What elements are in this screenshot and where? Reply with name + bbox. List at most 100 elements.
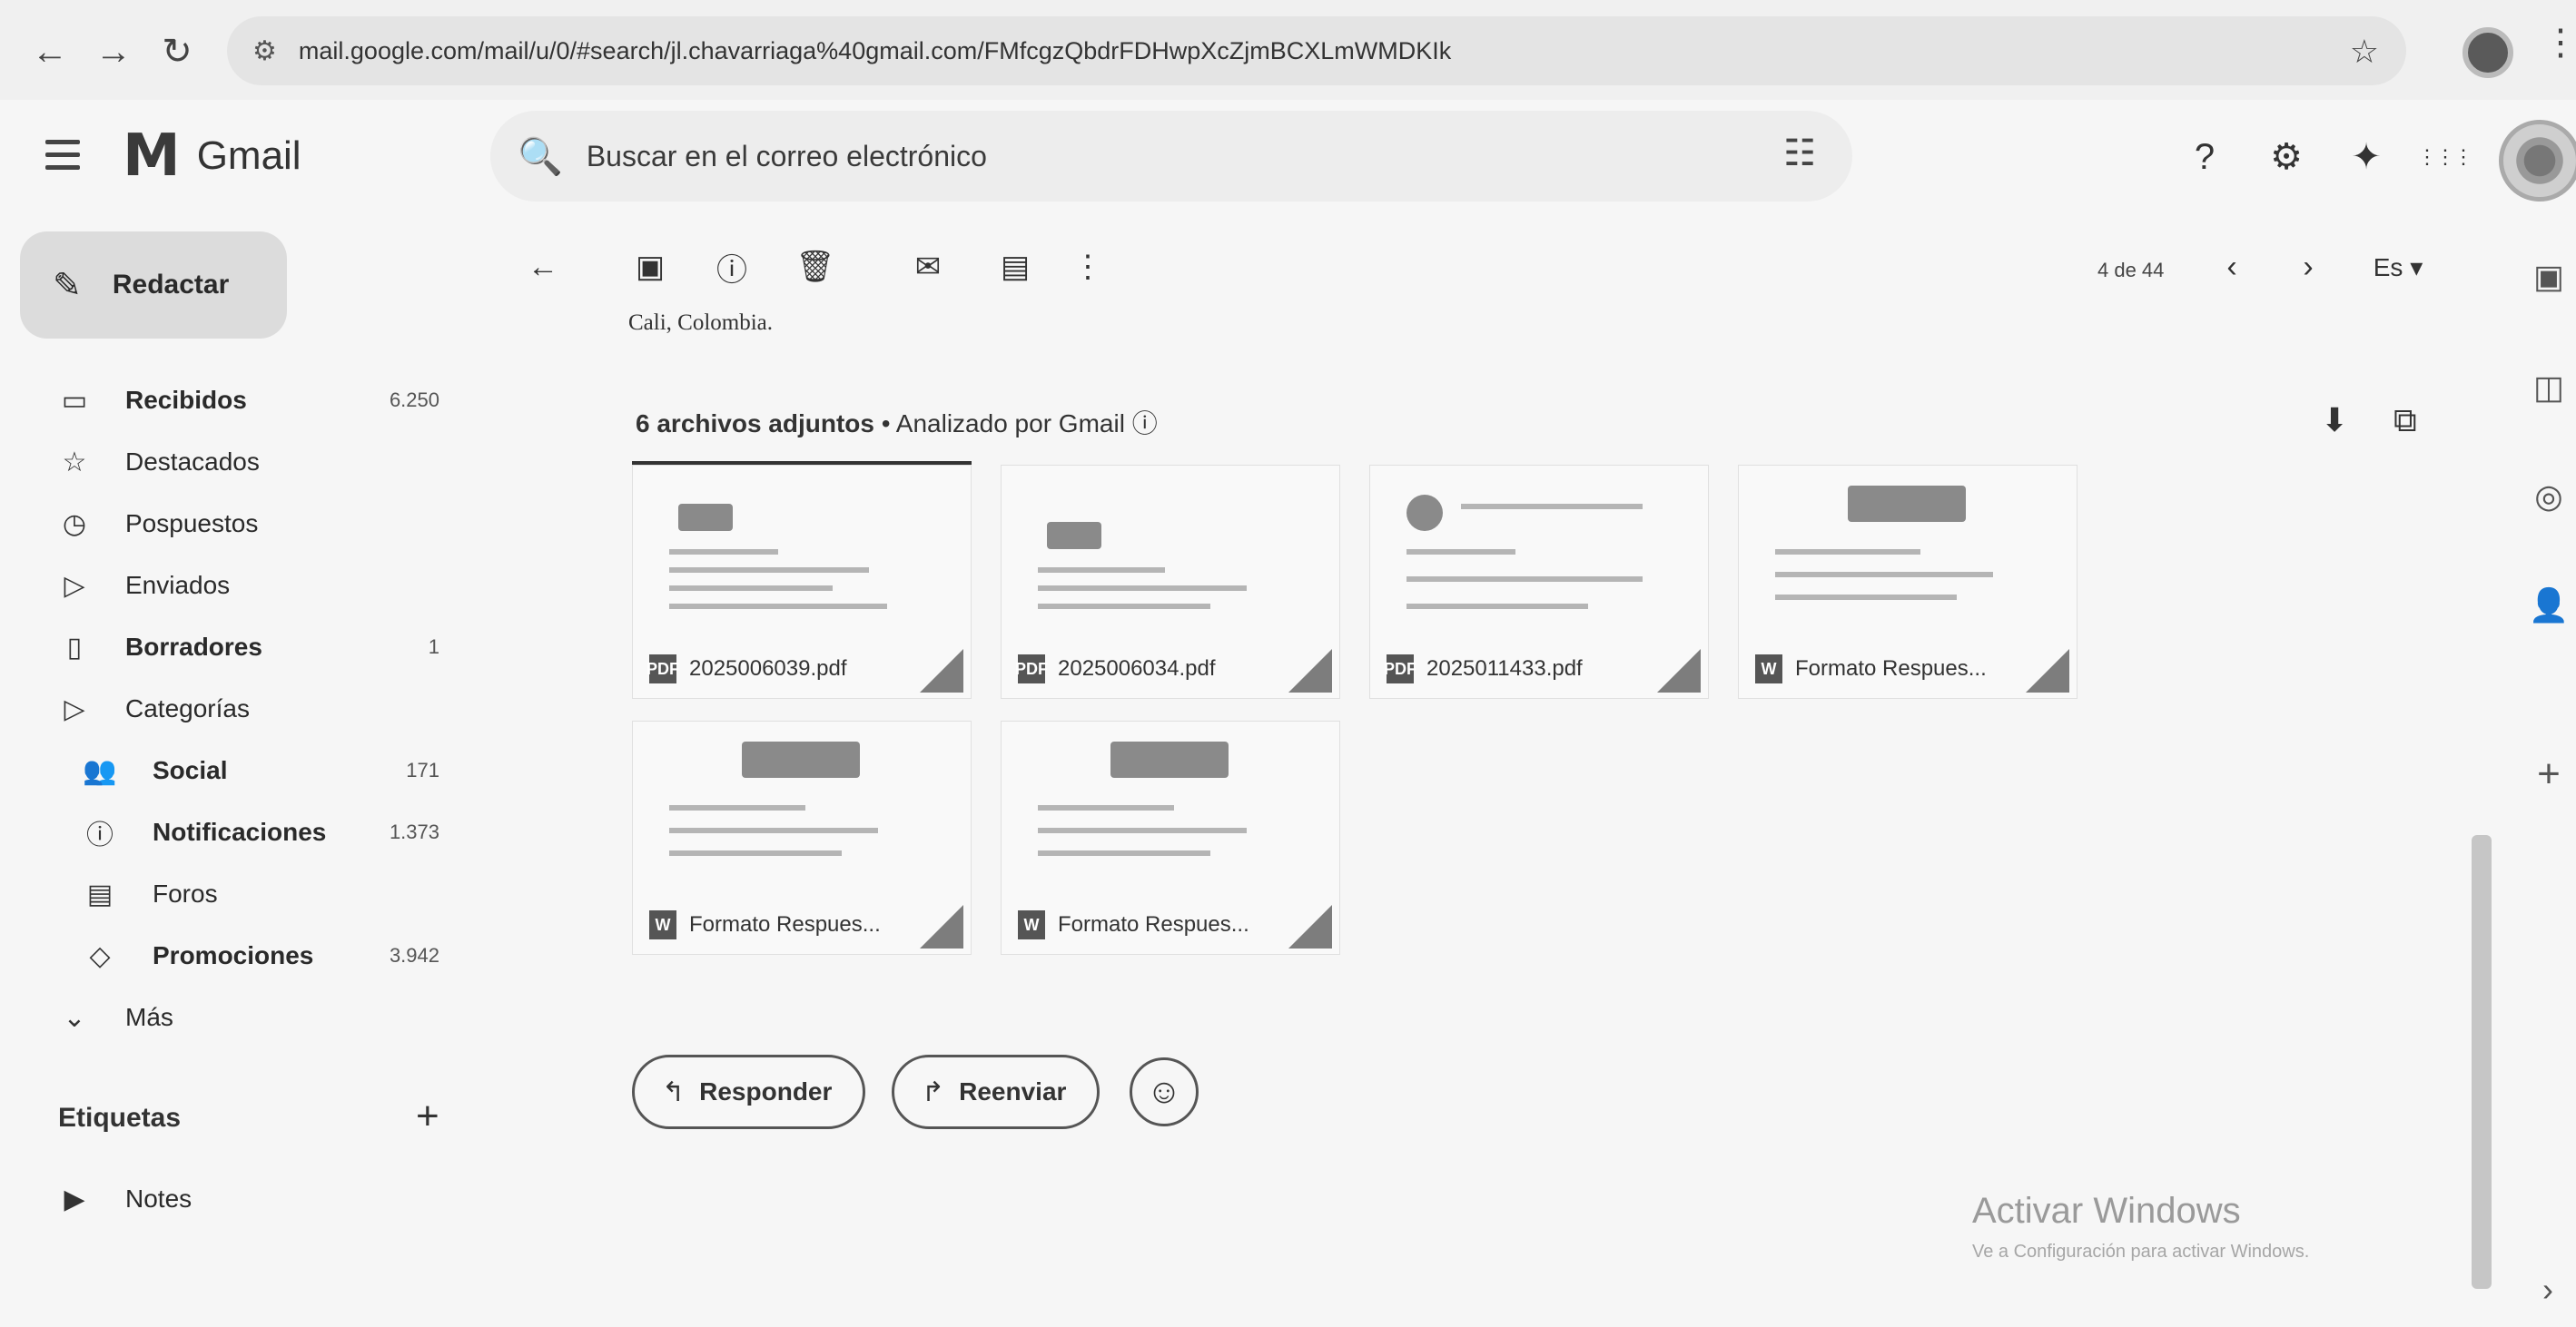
attachment-card[interactable]: PDF 2025006039.pdf (632, 465, 972, 699)
sidebar-item-notificaciones[interactable]: ⓘ Notificaciones 1.373 (0, 804, 454, 860)
delete-icon[interactable]: 🗑 (792, 243, 839, 290)
sidebar-item-label: Notes (125, 1184, 192, 1213)
word-doc-icon: W (1018, 910, 1045, 939)
sidebar-item-notes[interactable]: ▶ Notes (0, 1171, 454, 1227)
help-icon[interactable]: ? (2179, 132, 2230, 182)
fold-corner-icon (2026, 649, 2069, 693)
sidebar-item-destacados[interactable]: ☆ Destacados (0, 434, 454, 490)
sidebar-item-count: 1 (428, 635, 439, 658)
search-icon[interactable]: 🔍 (518, 135, 563, 178)
emoji-reaction-button[interactable]: ☺ (1130, 1057, 1199, 1126)
keep-icon[interactable]: ◫ (2526, 365, 2571, 410)
search-bar[interactable]: 🔍 Buscar en el correo electrónico ☷ (490, 111, 1852, 202)
labels-heading: Etiquetas (58, 1103, 182, 1133)
info-icon: ⓘ (86, 821, 114, 850)
attachment-preview (1775, 486, 2042, 640)
site-settings-icon[interactable]: ⚙ (252, 35, 277, 67)
prev-message-icon[interactable]: ‹ (2208, 243, 2255, 290)
attachments-scanned: • Analizado por Gmail ⓘ (881, 409, 1158, 437)
browser-profile-icon[interactable] (2462, 27, 2513, 78)
sidebar-item-social[interactable]: 👥 Social 171 (0, 742, 454, 799)
sidebar-item-count: 3.942 (389, 944, 439, 967)
sidebar-item-count: 171 (406, 759, 439, 781)
back-icon[interactable]: ← (18, 20, 82, 84)
account-avatar[interactable] (2499, 120, 2576, 202)
browser-menu-icon[interactable]: ⋮ (2542, 22, 2576, 64)
sidebar-item-count: 6.250 (389, 388, 439, 411)
attachment-name: Formato Respues... (1058, 912, 1249, 937)
sidebar-item-label: Promociones (153, 941, 314, 969)
language-select[interactable]: Es ▾ (2357, 243, 2439, 290)
label-tag-icon: ▶ (64, 1184, 85, 1214)
sidebar-item-enviados[interactable]: ▷ Enviados (0, 557, 454, 614)
add-addon-icon[interactable]: + (2526, 752, 2571, 797)
save-to-drive-icon[interactable]: ⧉ (2393, 401, 2417, 440)
contacts-icon[interactable]: 👤 (2526, 583, 2571, 628)
search-filter-icon[interactable]: ☷ (1783, 133, 1816, 174)
gmail-logo-text: Gmail (196, 133, 301, 178)
sidebar-item-count: 1.373 (389, 821, 439, 843)
sidebar-item-categorias[interactable]: ▷ Categorías (0, 681, 454, 737)
sidebar-item-borradores[interactable]: ▯ Borradores 1 (0, 619, 454, 675)
forward-button[interactable]: ↱ Reenviar (892, 1055, 1100, 1129)
sidebar-item-pospuestos[interactable]: ◷ Pospuestos (0, 496, 454, 552)
move-to-icon[interactable]: ▤ (992, 243, 1039, 290)
download-all-icon[interactable]: ⬇ (2321, 401, 2348, 439)
attachment-name: 2025006034.pdf (1058, 656, 1216, 681)
more-options-icon[interactable]: ⋮ (1064, 243, 1111, 290)
reload-icon[interactable]: ↻ (145, 20, 209, 84)
windows-activation-subtitle: Ve a Configuración para activar Windows. (1972, 1242, 2310, 1262)
tag-icon: ◇ (89, 940, 111, 971)
scrollbar[interactable] (2472, 835, 2492, 1289)
message-body-text: Cali, Colombia. (628, 310, 774, 335)
word-doc-icon: W (1755, 654, 1782, 683)
attachment-preview (1038, 742, 1305, 896)
sidebar-item-recibidos[interactable]: ▭ Recibidos 6.250 (0, 372, 454, 428)
compose-button[interactable]: ✎ Redactar (20, 231, 287, 339)
attachment-preview (1038, 486, 1305, 640)
gemini-icon[interactable]: ✦ (2341, 132, 2392, 182)
label-icon: ▷ (64, 693, 85, 724)
url-text[interactable]: mail.google.com/mail/u/0/#search/jl.chav… (299, 37, 2251, 65)
mark-unread-icon[interactable]: ✉ (904, 243, 952, 290)
sidebar-item-foros[interactable]: ▤ Foros (0, 866, 454, 922)
reply-button[interactable]: ↰ Responder (632, 1055, 866, 1129)
gmail-logo[interactable]: M Gmail (123, 123, 301, 190)
attachment-card[interactable]: PDF 2025011433.pdf (1369, 465, 1709, 699)
settings-icon[interactable]: ⚙ (2261, 132, 2312, 182)
add-label-icon[interactable]: + (416, 1094, 439, 1139)
back-to-list-icon[interactable]: ← (519, 243, 567, 290)
forward-icon[interactable]: → (82, 20, 145, 84)
attachment-card[interactable]: W Formato Respues... (1738, 465, 2078, 699)
reply-label: Responder (699, 1077, 833, 1106)
pdf-icon: PDF (1015, 654, 1048, 683)
bookmark-star-icon[interactable]: ☆ (2350, 33, 2379, 71)
apps-icon[interactable]: ⋮⋮⋮ (2417, 132, 2473, 182)
sidebar-item-label: Más (125, 1003, 173, 1031)
tasks-icon[interactable]: ◎ (2526, 474, 2571, 519)
hamburger-icon[interactable] (45, 127, 100, 182)
inbox-icon: ▭ (61, 385, 88, 416)
archive-icon[interactable]: ▣ (627, 243, 674, 290)
next-message-icon[interactable]: › (2285, 243, 2332, 290)
draft-icon: ▯ (66, 632, 83, 663)
pencil-icon: ✎ (53, 266, 82, 305)
sidebar-item-mas[interactable]: ⌄ Más (0, 989, 454, 1046)
fold-corner-icon (920, 649, 963, 693)
attachment-card[interactable]: PDF 2025006034.pdf (1001, 465, 1340, 699)
attachment-card[interactable]: W Formato Respues... (1001, 721, 1340, 955)
chevron-down-icon: ⌄ (63, 1002, 86, 1033)
sidebar-item-label: Destacados (125, 447, 260, 476)
word-doc-icon: W (649, 910, 676, 939)
attachment-card[interactable]: W Formato Respues... (632, 721, 972, 955)
sidebar-item-promociones[interactable]: ◇ Promociones 3.942 (0, 928, 454, 984)
sidebar-item-label: Pospuestos (125, 509, 259, 537)
address-bar[interactable]: ⚙ mail.google.com/mail/u/0/#search/jl.ch… (227, 16, 2406, 85)
calendar-icon[interactable]: ▣ (2526, 254, 2571, 300)
chevron-right-icon[interactable]: › (2542, 1271, 2553, 1309)
pager-text: 4 de 44 (2097, 259, 2165, 281)
report-spam-icon[interactable]: ⓘ (708, 243, 755, 290)
search-input[interactable]: Buscar en el correo electrónico (587, 140, 987, 173)
attachment-name: Formato Respues... (1795, 656, 1987, 681)
pdf-icon: PDF (1384, 654, 1416, 683)
